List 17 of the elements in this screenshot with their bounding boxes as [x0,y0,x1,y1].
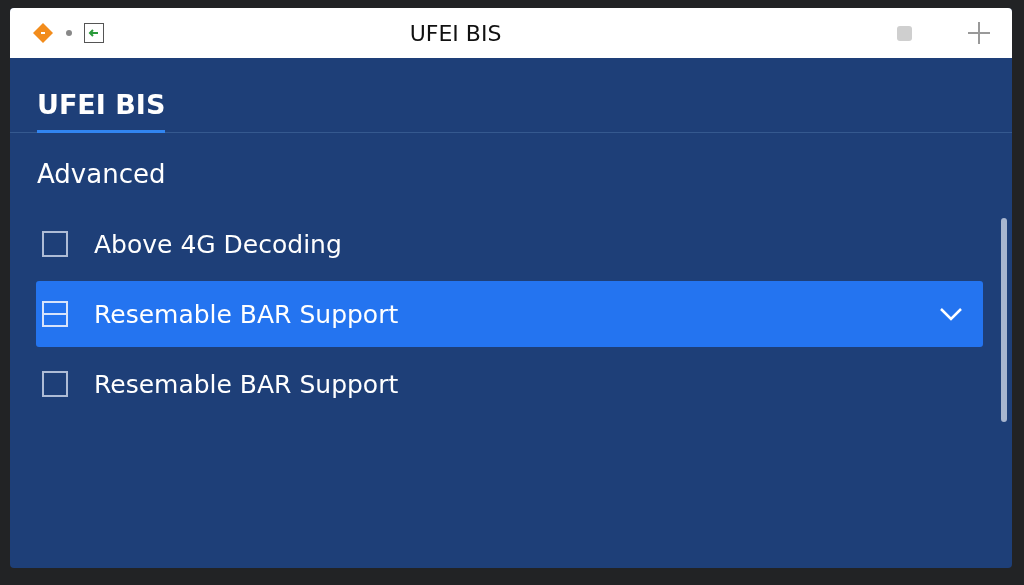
tab[interactable]: UFEI BIS [37,58,166,133]
option-row[interactable]: Above 4G Decoding [36,211,983,277]
scrollbar[interactable] [1001,218,1007,422]
checkbox[interactable] [42,371,68,397]
diamond-icon [32,22,54,44]
dot-icon [66,30,72,36]
window-title: UFEI BIS [408,20,503,46]
checkbox[interactable] [42,231,68,257]
option-label: Resemable BAR Support [94,299,400,329]
split-box-icon [42,301,68,327]
option-row[interactable]: Resemable BAR Support [36,281,983,347]
chevron-down-icon[interactable] [939,307,963,321]
plus-icon[interactable] [968,22,990,44]
option-label: Above 4G Decoding [94,229,343,259]
section-heading: Advanced [37,159,167,189]
option-row[interactable]: Resemable BAR Support [36,351,983,417]
option-label: Resemable BAR Support [94,369,400,399]
